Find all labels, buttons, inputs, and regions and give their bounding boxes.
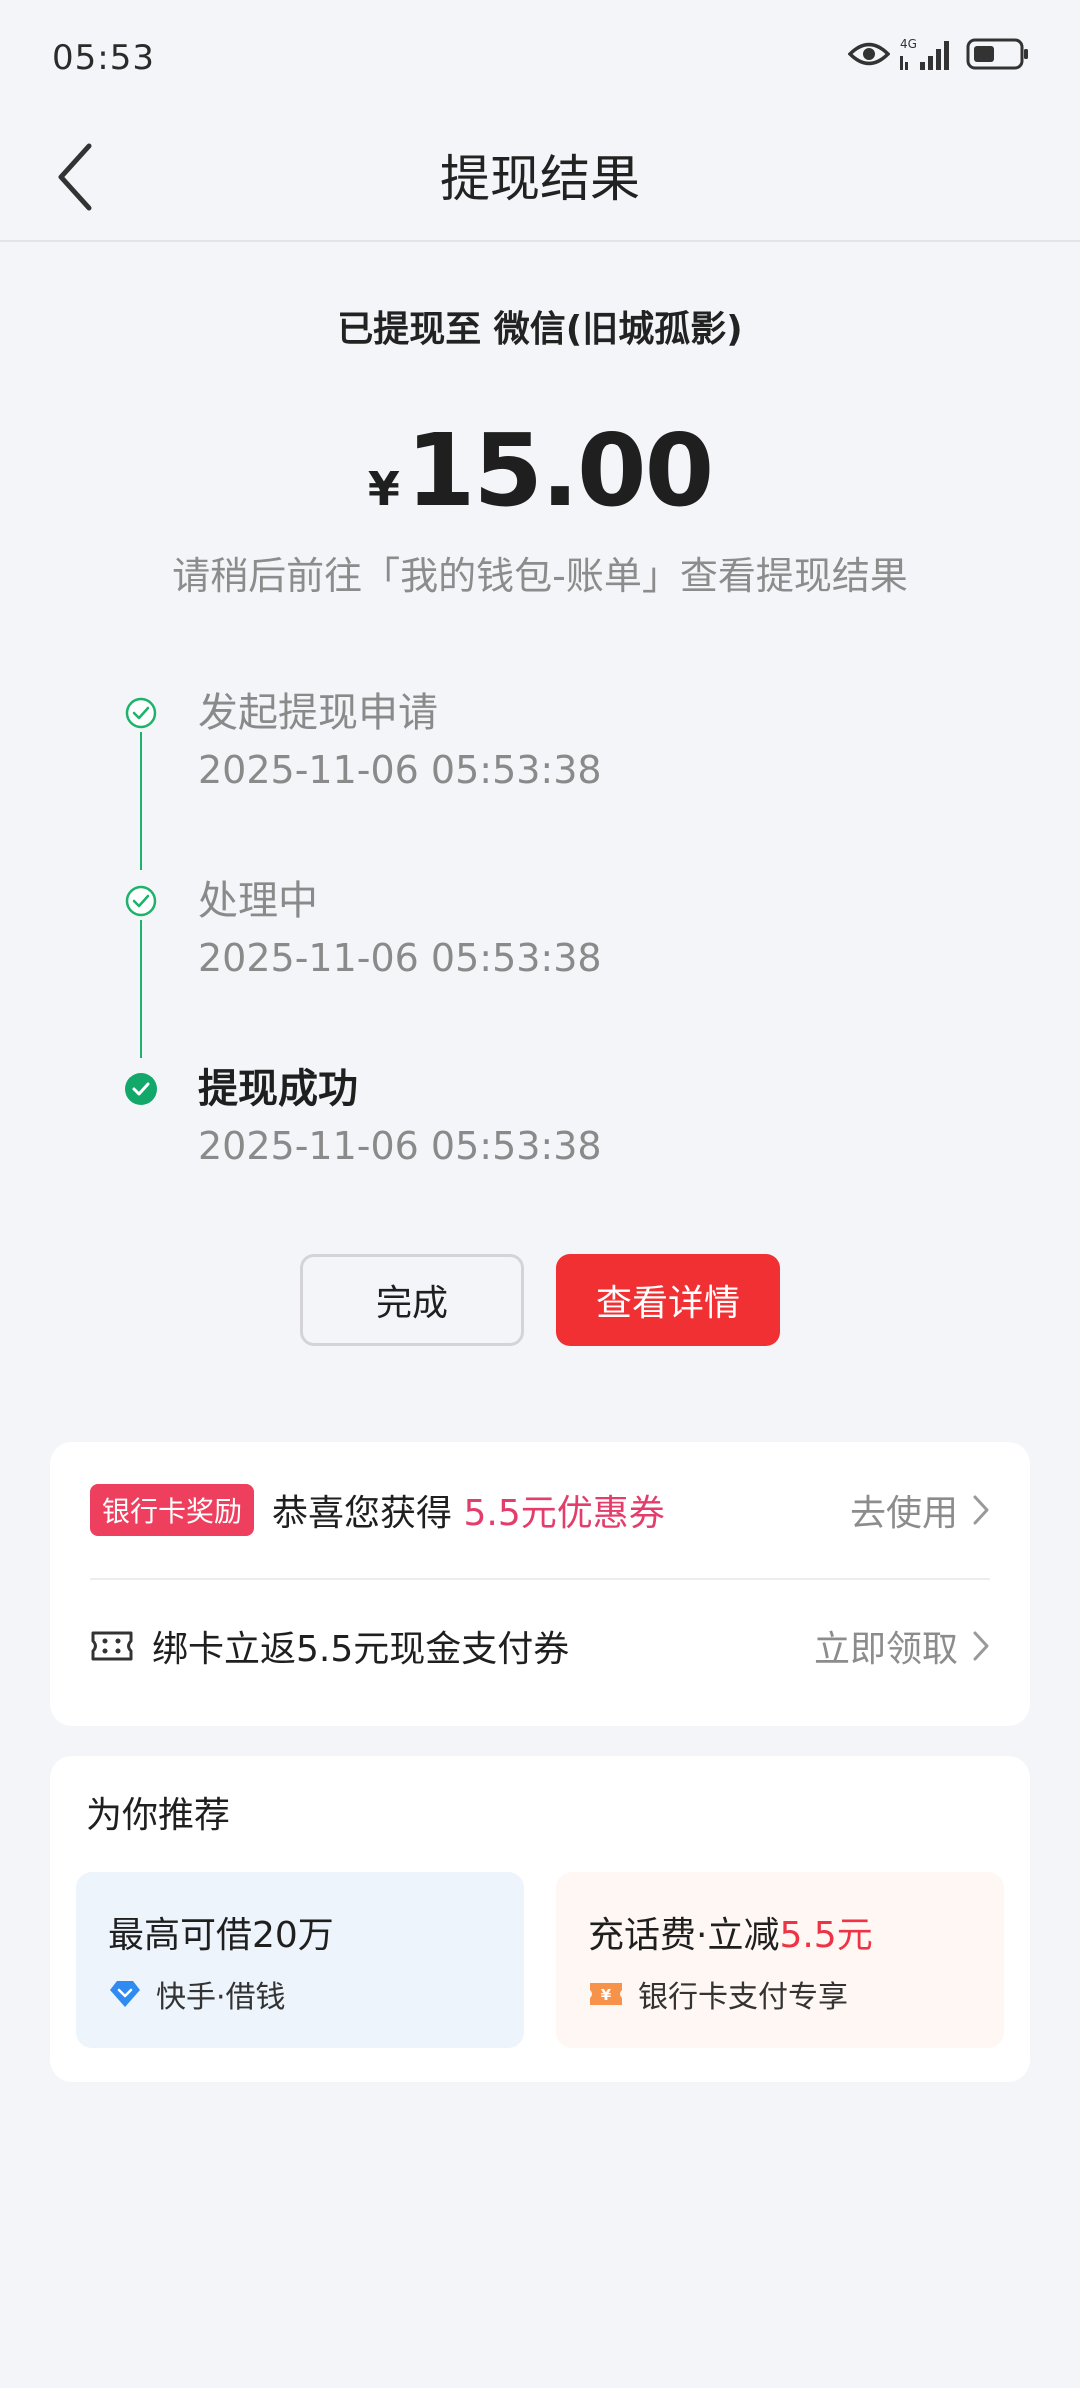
timeline-step: 处理中 2025-11-06 05:53:38	[110, 868, 910, 998]
check-circle-outline-icon	[125, 885, 157, 917]
bank-card-reward-badge: 银行卡奖励	[90, 1484, 255, 1536]
result-hint: 请稍后前往「我的钱包-账单」查看提现结果	[172, 554, 908, 598]
timeline-step-title: 发起提现申请	[198, 690, 438, 736]
coupon-reward-row[interactable]: 银行卡奖励 恭喜您获得 5.5元优惠券 去使用	[90, 1460, 990, 1560]
ticket-icon	[90, 1630, 134, 1662]
progress-timeline: 发起提现申请 2025-11-06 05:53:38 处理中 2025-11-0…	[110, 680, 910, 1200]
tile-subtitle: ¥ 银行卡支付专享	[588, 1972, 848, 2016]
timeline-step-time: 2025-11-06 05:53:38	[198, 1124, 602, 1168]
tile-title: 最高可借20万	[108, 1915, 334, 1956]
bind-card-text: 绑卡立返5.5元现金支付券	[152, 1629, 570, 1670]
network-label: 4G	[900, 37, 917, 51]
page-title: 提现结果	[440, 150, 640, 208]
done-button[interactable]: 完成	[300, 1254, 524, 1346]
battery-icon	[966, 37, 1030, 75]
use-coupon-link[interactable]: 去使用	[850, 1484, 990, 1536]
recommend-title: 为你推荐	[86, 1795, 231, 1836]
timeline-step-time: 2025-11-06 05:53:38	[198, 748, 602, 792]
recommend-tile-loan[interactable]: 最高可借20万 快手·借钱	[76, 1872, 524, 2048]
status-icons: 4G	[847, 34, 1030, 78]
discount-amount: 5.5元	[779, 1915, 873, 1956]
bind-card-row[interactable]: 绑卡立返5.5元现金支付券 立即领取	[90, 1596, 990, 1696]
chevron-right-icon	[973, 1631, 989, 1661]
timeline-step-title: 处理中	[198, 878, 318, 924]
promo-card: 银行卡奖励 恭喜您获得 5.5元优惠券 去使用 绑卡立返5.5元现金支付券 立即…	[50, 1442, 1030, 1726]
status-bar: 05:53 4G	[0, 0, 1080, 118]
claim-now-link[interactable]: 立即领取	[814, 1620, 990, 1672]
yuan-ticket-icon: ¥	[588, 1980, 624, 2008]
timeline-step-time: 2025-11-06 05:53:38	[198, 936, 602, 980]
amount-value: 15.00	[405, 412, 714, 529]
tile-subtitle: 快手·借钱	[108, 1972, 286, 2016]
signal-icon: 4G	[900, 36, 956, 76]
divider	[90, 1578, 990, 1580]
check-circle-filled-icon	[125, 1073, 157, 1105]
status-time: 05:53	[52, 38, 155, 78]
recommend-card: 为你推荐 最高可借20万 快手·借钱 充话费·立减5.5元 ¥ 银行卡支付专享	[50, 1756, 1030, 2082]
currency-symbol: ¥	[367, 462, 400, 516]
coupon-reward-text: 恭喜您获得 5.5元优惠券	[272, 1493, 665, 1534]
nav-bar: 提现结果	[0, 118, 1080, 242]
coupon-amount: 5.5元优惠券	[463, 1493, 665, 1534]
timeline-step: 提现成功 2025-11-06 05:53:38	[110, 1056, 910, 1186]
view-details-button[interactable]: 查看详情	[556, 1254, 780, 1346]
timeline-step: 发起提现申请 2025-11-06 05:53:38	[110, 680, 910, 810]
recommend-tile-recharge[interactable]: 充话费·立减5.5元 ¥ 银行卡支付专享	[556, 1872, 1004, 2048]
svg-text:¥: ¥	[601, 1986, 612, 2004]
diamond-icon	[108, 1979, 142, 2009]
tile-title: 充话费·立减5.5元	[588, 1915, 873, 1956]
eye-icon	[847, 39, 891, 73]
chevron-right-icon	[973, 1495, 989, 1525]
timeline-step-title: 提现成功	[198, 1066, 358, 1112]
withdraw-destination: 已提现至 微信(旧城孤影)	[337, 309, 743, 350]
withdraw-amount: ¥15.00	[0, 412, 1080, 529]
check-circle-outline-icon	[125, 697, 157, 729]
